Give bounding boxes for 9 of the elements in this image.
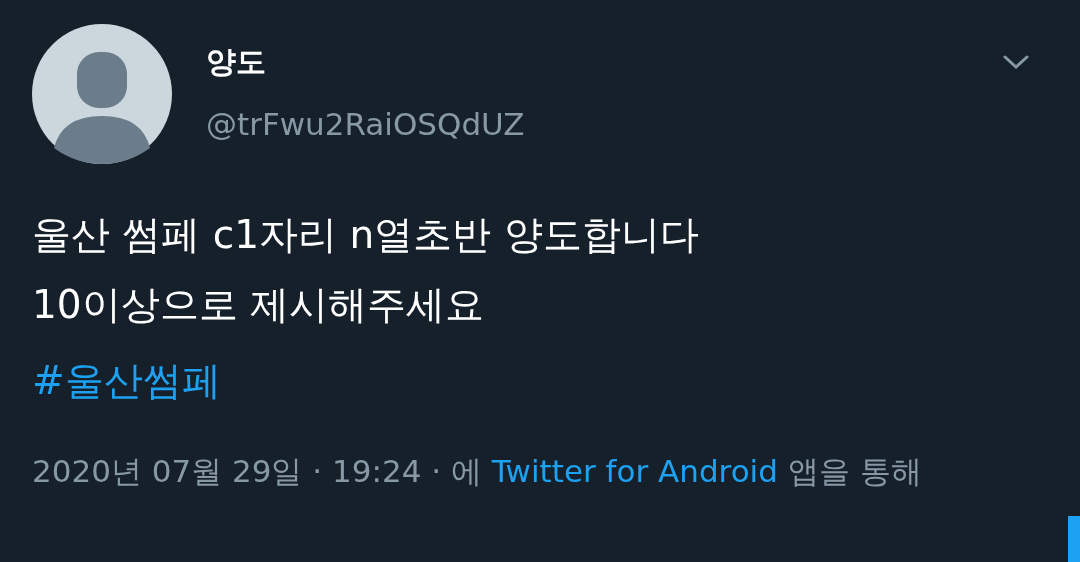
hashtag-link[interactable]: #울산썸페: [32, 358, 221, 403]
chevron-down-icon[interactable]: [1002, 54, 1030, 70]
tweet-text: 10이상으로 제시해주세요: [32, 281, 486, 329]
tweet-timestamp: 2020년 07월 29일 · 19:24 · 에 Twitter for Android 앱을 통해: [32, 452, 923, 491]
author-handle[interactable]: @trFwu2RaiOSQdUZ: [206, 104, 1002, 144]
source-link[interactable]: Twitter for Android: [491, 453, 778, 489]
author-name[interactable]: 양도: [206, 42, 1002, 82]
avatar-icon[interactable]: [32, 24, 172, 164]
tweet-text: 울산 썸페 c1자리 n열초반 양도합니다: [32, 211, 700, 259]
